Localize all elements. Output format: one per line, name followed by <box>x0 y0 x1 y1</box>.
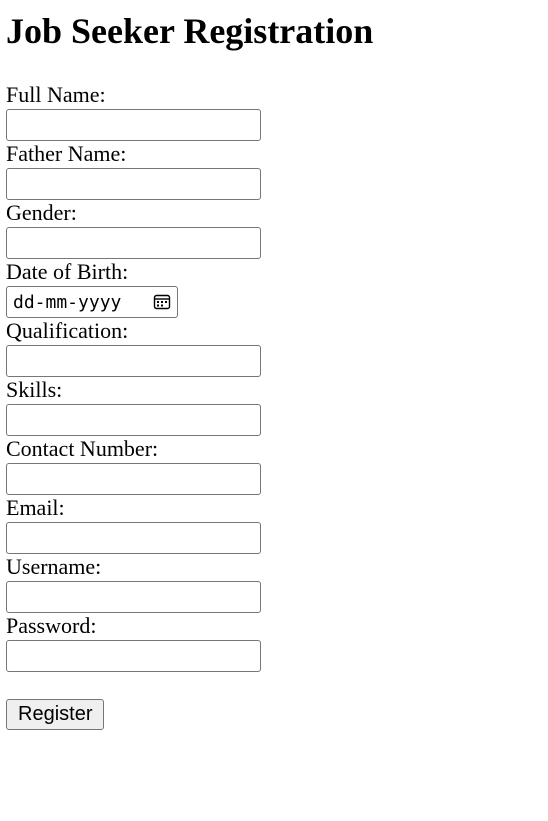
gender-field: Gender: <box>6 200 536 259</box>
skills-input[interactable] <box>6 404 261 436</box>
submit-row: Register <box>6 699 105 730</box>
email-input[interactable] <box>6 522 261 554</box>
username-field: Username: <box>6 554 536 613</box>
full-name-label: Full Name: <box>6 82 106 107</box>
gender-label: Gender: <box>6 200 77 225</box>
skills-label: Skills: <box>6 377 63 402</box>
full-name-field: Full Name: <box>6 82 536 141</box>
qualification-label: Qualification: <box>6 318 129 343</box>
contact-number-label: Contact Number: <box>6 436 159 461</box>
password-field: Password: <box>6 613 536 672</box>
qualification-input[interactable] <box>6 345 261 377</box>
date-of-birth-label: Date of Birth: <box>6 259 129 284</box>
username-label: Username: <box>6 554 102 579</box>
skills-field: Skills: <box>6 377 536 436</box>
father-name-input[interactable] <box>6 168 261 200</box>
registration-form: Full Name: Father Name: Gender: Date of … <box>6 82 536 730</box>
contact-number-field: Contact Number: <box>6 436 536 495</box>
father-name-label: Father Name: <box>6 141 127 166</box>
calendar-icon[interactable] <box>153 293 171 311</box>
full-name-input[interactable] <box>6 109 261 141</box>
qualification-field: Qualification: <box>6 318 536 377</box>
email-field: Email: <box>6 495 536 554</box>
contact-number-input[interactable] <box>6 463 261 495</box>
date-of-birth-input[interactable]: dd-mm-yyyy <box>6 286 178 318</box>
username-input[interactable] <box>6 581 261 613</box>
father-name-field: Father Name: <box>6 141 536 200</box>
password-input[interactable] <box>6 640 261 672</box>
password-label: Password: <box>6 613 97 638</box>
email-label: Email: <box>6 495 65 520</box>
date-of-birth-field: Date of Birth: dd-mm-yyyy <box>6 259 536 318</box>
register-button[interactable]: Register <box>6 699 105 730</box>
gender-input[interactable] <box>6 227 261 259</box>
date-placeholder: dd-mm-yyyy <box>13 291 122 313</box>
page-title: Job Seeker Registration <box>6 11 374 51</box>
